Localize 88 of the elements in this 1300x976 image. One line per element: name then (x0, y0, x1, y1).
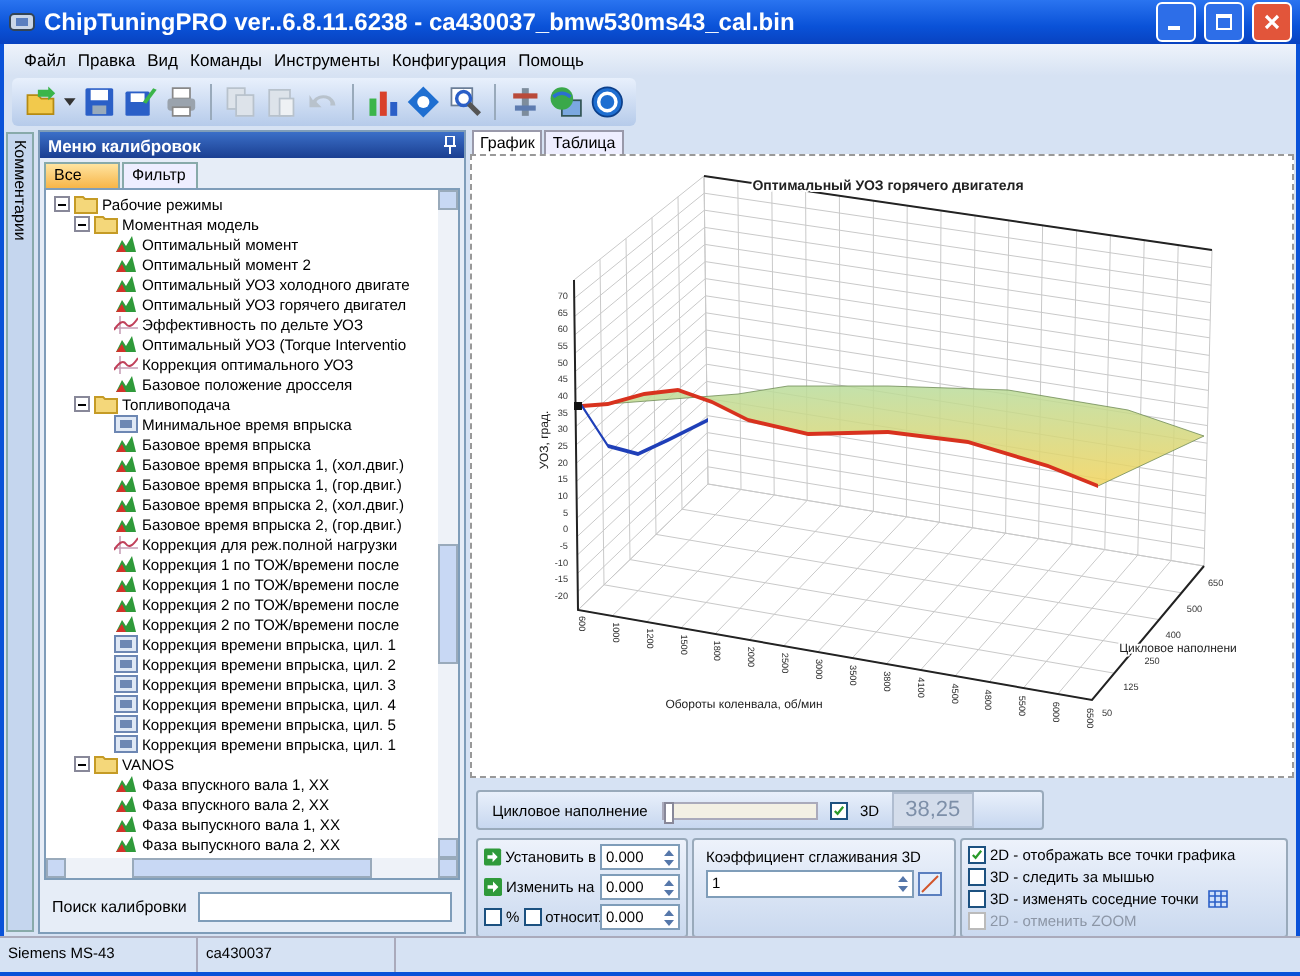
curve-chart-icon (114, 354, 138, 374)
checkbox[interactable] (968, 846, 986, 864)
grid-icon[interactable] (1208, 890, 1229, 908)
menu-item[interactable]: Правка (77, 50, 136, 70)
map-chart-icon (114, 514, 138, 534)
globe-icon[interactable] (548, 84, 584, 120)
arrow-icon (484, 848, 502, 866)
map-chart-icon (114, 774, 138, 794)
value-icon (114, 654, 138, 674)
map-chart-icon (114, 294, 138, 314)
map-chart-icon (114, 234, 138, 254)
folder-icon (74, 194, 98, 214)
side-tab[interactable]: Комментарии (6, 132, 34, 932)
map-chart-icon (114, 374, 138, 394)
search-field[interactable] (198, 891, 452, 921)
map-chart-icon (114, 574, 138, 594)
maximize-button[interactable] (1204, 2, 1244, 42)
value-icon (114, 694, 138, 714)
menu-item[interactable]: Инструменты (274, 50, 381, 70)
value-display: 38,25 (891, 792, 975, 828)
map-chart-icon (114, 494, 138, 514)
checkbox[interactable] (968, 868, 986, 886)
spin-icon[interactable] (898, 875, 908, 891)
value-icon (114, 734, 138, 754)
map-chart-icon (114, 834, 138, 854)
checkbox[interactable] (523, 908, 542, 926)
map-chart-icon (114, 274, 138, 294)
checkbox[interactable] (830, 801, 848, 819)
search-icon[interactable] (447, 84, 482, 120)
map-chart-icon (114, 334, 138, 354)
checkbox[interactable] (968, 890, 986, 908)
printer-icon[interactable] (163, 84, 199, 120)
value-icon (114, 414, 138, 434)
help-icon[interactable] (589, 84, 624, 120)
value-icon (114, 714, 138, 734)
save-icon[interactable] (82, 84, 117, 120)
panel-title: Меню калибровок (48, 135, 201, 155)
map-chart-icon (114, 474, 138, 494)
save-as-icon[interactable] (122, 84, 158, 120)
info-icon[interactable] (406, 84, 442, 120)
map-chart-icon (114, 434, 138, 454)
map-chart-icon (114, 614, 138, 634)
menu-item[interactable]: Помощь (518, 50, 584, 70)
view-tab[interactable]: График (472, 130, 543, 154)
map-chart-icon (114, 454, 138, 474)
window-title: ChipTuningPRO ver..6.8.11.6238 - ca430037_bmw530ms43_cal.bin (44, 8, 797, 36)
collapse-icon[interactable] (74, 756, 90, 772)
collapse-icon[interactable] (54, 196, 70, 212)
close-button[interactable] (1252, 2, 1292, 42)
folder-icon (94, 214, 118, 234)
map-chart-icon (114, 814, 138, 834)
curve-chart-icon (114, 534, 138, 554)
maximize-icon[interactable] (1216, 14, 1232, 30)
arrow-icon (484, 878, 502, 896)
spin-icon[interactable] (664, 879, 674, 895)
map-chart-icon (114, 554, 138, 574)
menu-item[interactable]: Конфигурация (392, 50, 507, 70)
caret-icon[interactable] (64, 98, 77, 106)
panel-tab[interactable]: Фильтр (122, 162, 198, 188)
horizontal-scrollbar[interactable] (46, 858, 458, 878)
value-icon (114, 634, 138, 654)
menu-item[interactable]: Файл (24, 50, 66, 70)
map-chart-icon (114, 254, 138, 274)
tools-icon[interactable] (507, 84, 543, 120)
collapse-icon[interactable] (74, 396, 90, 412)
curve-button[interactable] (918, 871, 942, 895)
map-chart-icon (114, 794, 138, 814)
collapse-icon[interactable] (74, 216, 90, 232)
value-icon (114, 674, 138, 694)
checkbox[interactable] (484, 908, 502, 926)
pin-icon[interactable] (444, 136, 456, 154)
curve-chart-icon (114, 314, 138, 334)
vertical-scrollbar[interactable] (438, 190, 458, 858)
minimize-button[interactable] (1156, 2, 1196, 42)
app-icon (8, 10, 36, 34)
folder-icon (94, 754, 118, 774)
spin-icon[interactable] (664, 849, 674, 865)
panel-tab[interactable]: Все (44, 162, 120, 188)
slider[interactable] (662, 801, 818, 819)
search-label: Поиск калибровки (52, 897, 187, 915)
folder-icon (94, 394, 118, 414)
close-icon[interactable] (1264, 14, 1280, 30)
menu-item[interactable]: Вид (147, 50, 179, 70)
slider-thumb[interactable] (664, 801, 674, 823)
menu-item[interactable]: Команды (190, 50, 263, 70)
spin-icon[interactable] (664, 909, 674, 925)
view-tab[interactable]: Таблица (544, 130, 624, 154)
map-chart-icon (114, 594, 138, 614)
